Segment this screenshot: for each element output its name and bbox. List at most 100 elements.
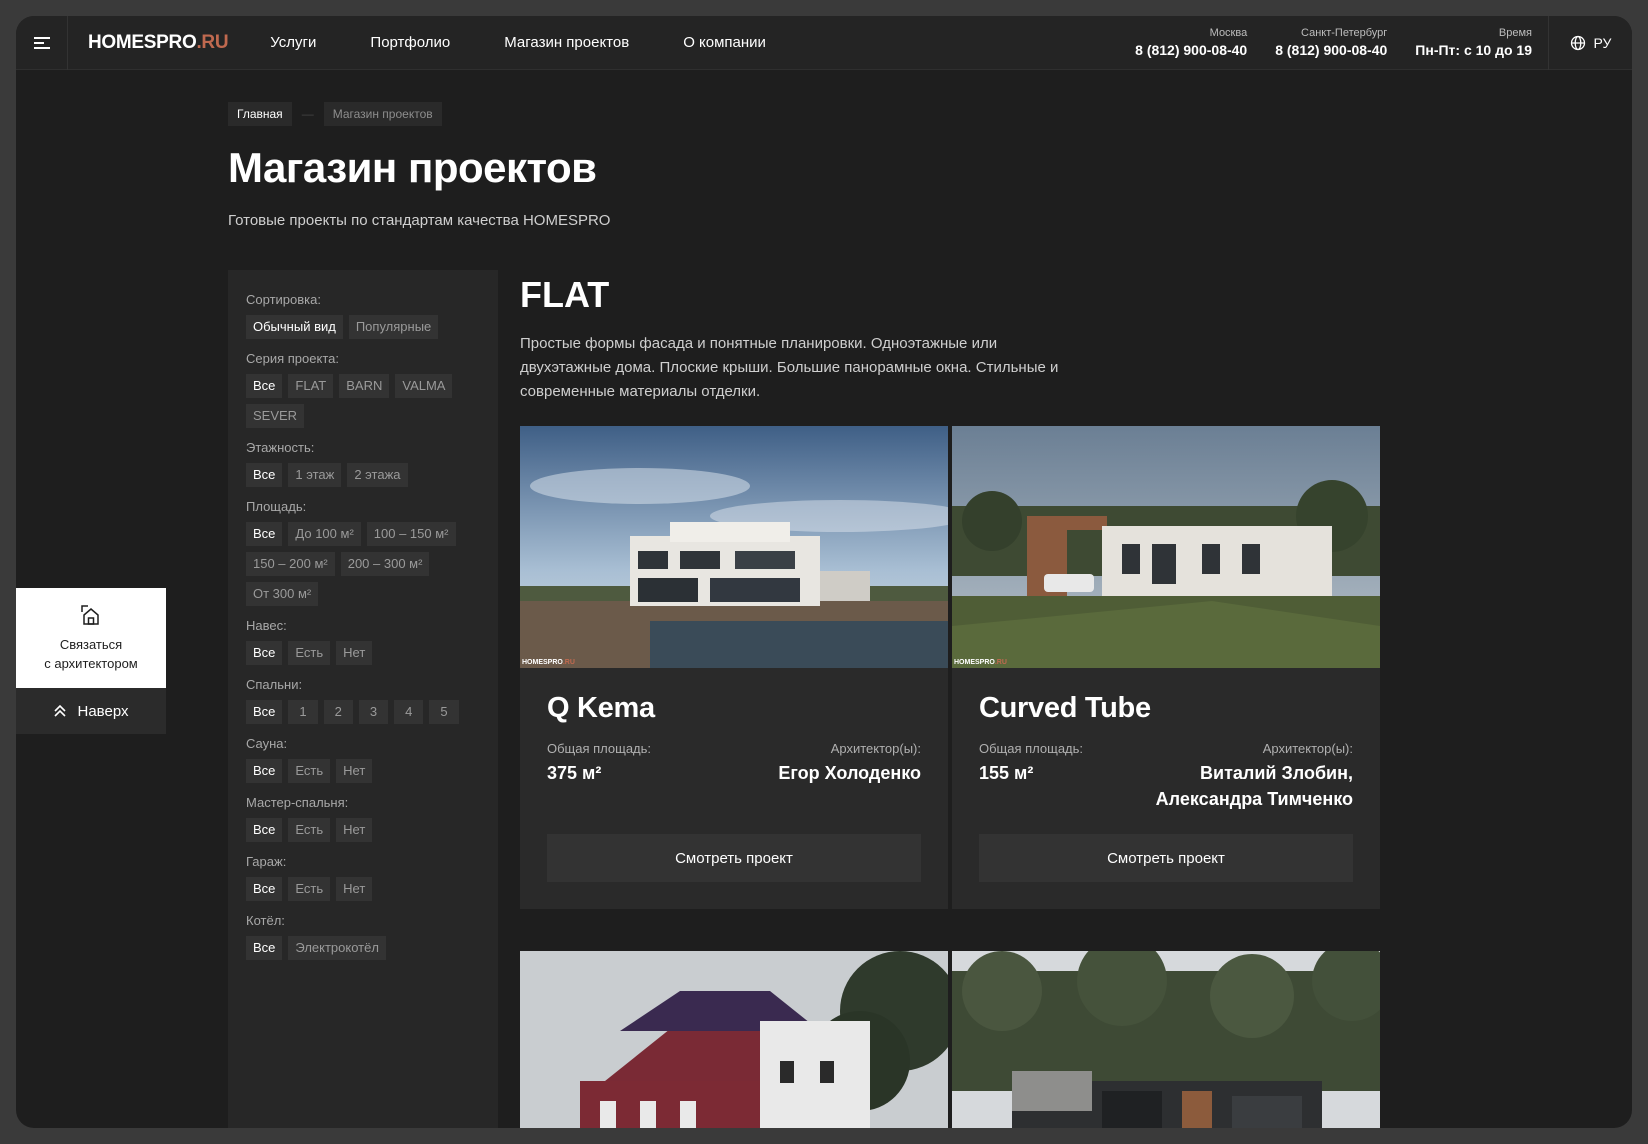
- contact-architect-line1: Связаться: [59, 637, 123, 652]
- filter-canopy: Навес: Все Есть Нет: [246, 618, 480, 665]
- project-image[interactable]: HOMESPRO.RU: [952, 426, 1380, 668]
- filter-chip[interactable]: Есть: [288, 759, 331, 783]
- filter-chip[interactable]: 5: [429, 700, 459, 724]
- site-logo[interactable]: HOMESPRO.RU: [88, 31, 229, 54]
- area-value: 375 м²: [547, 763, 602, 783]
- watermark: HOMESPRO.RU: [954, 659, 1007, 666]
- contact-phone[interactable]: 8 (812) 900-08-40: [1135, 40, 1247, 60]
- filter-chip[interactable]: 2 этажа: [347, 463, 408, 487]
- filter-chip[interactable]: До 100 м²: [288, 522, 361, 546]
- series-title: FLAT: [520, 274, 610, 315]
- nav-portfolio[interactable]: Портфолио: [370, 34, 450, 51]
- contact-city: Санкт-Петербург: [1301, 27, 1388, 39]
- view-project-button[interactable]: Смотреть проект: [979, 834, 1353, 882]
- area-label: Общая площадь:: [979, 741, 1084, 756]
- architect-name: Виталий Злобин,: [1200, 763, 1353, 783]
- main-nav: Услуги Портфолио Магазин проектов О комп…: [270, 34, 820, 51]
- filter-chip[interactable]: 2: [323, 700, 353, 724]
- double-chevron-up-icon: [53, 704, 66, 717]
- filter-chip[interactable]: 150 – 200 м²: [246, 552, 335, 576]
- filter-chip[interactable]: Все: [246, 936, 283, 960]
- filter-chip[interactable]: 1: [288, 700, 318, 724]
- working-hours: Пн-Пт: с 10 до 19: [1415, 42, 1532, 58]
- filter-chip[interactable]: Все: [246, 641, 283, 665]
- watermark-main: HOMESPRO: [522, 659, 563, 666]
- architect-name: Егор Холоденко: [778, 763, 921, 783]
- filter-chip[interactable]: Нет: [336, 877, 373, 901]
- filter-label: Навес:: [246, 618, 287, 633]
- filter-chip[interactable]: Все: [246, 700, 283, 724]
- area-value: 155 м²: [979, 763, 1034, 783]
- contact-architect-button[interactable]: Связаться с архитектором: [16, 588, 166, 688]
- filter-chip[interactable]: BARN: [339, 374, 390, 398]
- breadcrumb-home[interactable]: Главная: [228, 102, 292, 126]
- filter-chip[interactable]: Все: [246, 759, 283, 783]
- nav-services[interactable]: Услуги: [270, 34, 316, 51]
- breadcrumb-current: Магазин проектов: [323, 102, 442, 126]
- filter-chip[interactable]: Есть: [288, 818, 331, 842]
- scroll-top-button[interactable]: Наверх: [16, 688, 166, 734]
- filter-chip[interactable]: 3: [358, 700, 389, 724]
- logo-main: HOMESPRO: [88, 31, 197, 53]
- house-render-image: [520, 426, 948, 668]
- filter-chip[interactable]: Нет: [336, 818, 373, 842]
- series-description: Простые формы фасада и понятные планиров…: [520, 335, 1059, 400]
- filter-chip[interactable]: Обычный вид: [246, 315, 343, 339]
- filter-sort: Сортировка: Обычный вид Популярные: [246, 292, 480, 339]
- filter-chip[interactable]: Все: [246, 877, 283, 901]
- globe-icon: [1570, 35, 1585, 51]
- contact-phone[interactable]: 8 (812) 900-08-40: [1275, 40, 1387, 60]
- filter-chip[interactable]: FLAT: [288, 374, 334, 398]
- watermark: HOMESPRO.RU: [522, 659, 575, 666]
- filter-chip[interactable]: Электрокотёл: [288, 936, 386, 960]
- project-card[interactable]: HOMESPRO.RU Curved Tube Общая площадь: 1…: [952, 426, 1380, 909]
- app-frame: HOMESPRO.RU Услуги Портфолио Магазин про…: [16, 16, 1632, 1128]
- filter-chip[interactable]: SEVER: [246, 404, 305, 428]
- filter-chip[interactable]: От 300 м²: [246, 582, 319, 606]
- scroll-top-label: Наверх: [77, 702, 129, 720]
- project-name[interactable]: Curved Tube: [979, 692, 1353, 725]
- project-image[interactable]: [520, 951, 948, 1128]
- project-card[interactable]: [952, 951, 1380, 1128]
- nav-project-store[interactable]: Магазин проектов: [504, 34, 629, 51]
- nav-about[interactable]: О компании: [683, 34, 766, 51]
- filter-chip[interactable]: Все: [246, 374, 283, 398]
- filter-chip[interactable]: Все: [246, 463, 283, 487]
- filter-chip[interactable]: Нет: [336, 759, 373, 783]
- project-image[interactable]: [952, 951, 1380, 1128]
- breadcrumb: Главная — Магазин проектов: [228, 102, 442, 126]
- page-subtitle: Готовые проекты по стандартам качества H…: [228, 212, 611, 229]
- filter-label: Гараж:: [246, 854, 287, 869]
- filter-chip[interactable]: Все: [246, 818, 283, 842]
- filter-chip[interactable]: 4: [394, 700, 424, 724]
- menu-icon[interactable]: [16, 16, 68, 70]
- filter-label: Котёл:: [246, 913, 285, 928]
- project-card[interactable]: HOMESPRO.RU Q Kema Общая площадь: 375 м²…: [520, 426, 948, 909]
- language-switcher[interactable]: РУ: [1548, 16, 1632, 70]
- contact-city: Время: [1498, 27, 1532, 39]
- filter-chip[interactable]: Популярные: [348, 315, 439, 339]
- filter-chip[interactable]: Есть: [288, 877, 331, 901]
- filter-chip[interactable]: 100 – 150 м²: [366, 522, 456, 546]
- project-card[interactable]: [520, 951, 948, 1128]
- filter-area: Площадь: Все До 100 м² 100 – 150 м² 150 …: [246, 499, 480, 606]
- filter-floors: Этажность: Все 1 этаж 2 этажа: [246, 440, 480, 487]
- filter-chip[interactable]: Нет: [336, 641, 373, 665]
- project-image[interactable]: HOMESPRO.RU: [520, 426, 948, 668]
- top-header: HOMESPRO.RU Услуги Портфолио Магазин про…: [16, 16, 1632, 70]
- house-render-image: [520, 951, 948, 1128]
- house-chat-icon: [81, 605, 99, 625]
- house-render-image: [952, 951, 1380, 1128]
- filter-chip[interactable]: 1 этаж: [288, 463, 342, 487]
- filter-chip[interactable]: VALMA: [395, 374, 453, 398]
- architect-name: Александра Тимченко: [1155, 789, 1353, 809]
- project-name[interactable]: Q Kema: [547, 692, 921, 725]
- view-project-button[interactable]: Смотреть проект: [547, 834, 921, 882]
- filter-chip[interactable]: Все: [246, 522, 283, 546]
- filter-chip[interactable]: Есть: [288, 641, 331, 665]
- logo-suffix: .RU: [196, 31, 229, 53]
- filter-chip[interactable]: 200 – 300 м²: [340, 552, 430, 576]
- filter-label: Сауна:: [246, 736, 288, 751]
- watermark-suffix: .RU: [994, 659, 1007, 666]
- contact-city: Москва: [1209, 27, 1248, 39]
